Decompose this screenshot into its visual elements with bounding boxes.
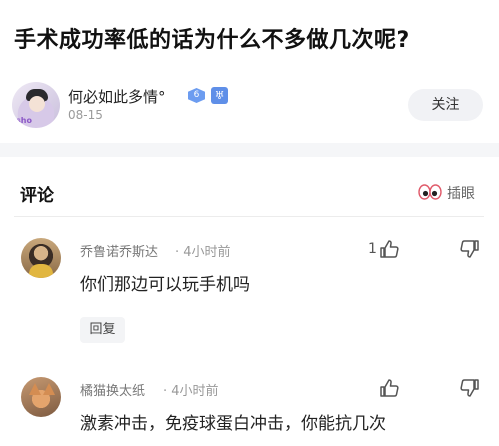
commenter-avatar[interactable] (21, 238, 61, 278)
avatar-face (29, 96, 45, 112)
question-title: 手术成功率低的话为什么不多做几次呢? (14, 28, 410, 53)
comment-text: 激素冲击，免疫球蛋白冲击，你能抗几次 (80, 414, 386, 434)
level-badge-icon: 6 (188, 88, 205, 103)
author-name[interactable]: 何必如此多情° (68, 86, 166, 107)
header-rule (14, 216, 484, 217)
thumbs-up-icon (380, 240, 399, 258)
commenter-avatar[interactable] (21, 377, 61, 417)
medal-badge-icon: ♅ (211, 87, 228, 104)
section-divider (0, 143, 499, 157)
post-date: 08-15 (68, 108, 103, 122)
thumbs-up-icon (380, 379, 399, 397)
commenter-name[interactable]: 橘猫换太纸 (80, 380, 145, 399)
comment-text: 你们那边可以玩手机吗 (80, 275, 250, 295)
comment-time: · 4小时前 (175, 245, 231, 260)
reply-button[interactable]: 回复 (80, 317, 125, 343)
follow-button[interactable]: 关注 (408, 89, 483, 121)
author-avatar[interactable]: sho (12, 82, 60, 128)
insert-eye-label: 插眼 (447, 186, 475, 202)
comment-item: 乔鲁诺乔斯达 · 4小时前 1 你们那边可以玩手机吗 回复 (0, 238, 499, 348)
avatar-ear (43, 383, 55, 395)
thumbs-down-icon[interactable] (459, 377, 481, 399)
avatar-ear (29, 383, 41, 395)
author-row: sho 何必如此多情° 6 ♅ 08-15 关注 (12, 80, 492, 130)
avatar-tag: sho (16, 116, 32, 125)
thumbs-down-icon[interactable] (459, 238, 481, 260)
comment-item: 橘猫换太纸 · 4小时前 激素冲击，免疫球蛋白冲击，你能抗几次 (0, 377, 499, 446)
like-count: 1 (368, 241, 377, 257)
commenter-name[interactable]: 乔鲁诺乔斯达 (80, 241, 158, 260)
comment-time: · 4小时前 (163, 384, 219, 399)
comments-header: 评论 插眼 (0, 157, 499, 217)
avatar-shirt (29, 264, 53, 278)
comments-title: 评论 (20, 186, 54, 206)
eyes-icon (418, 184, 442, 200)
